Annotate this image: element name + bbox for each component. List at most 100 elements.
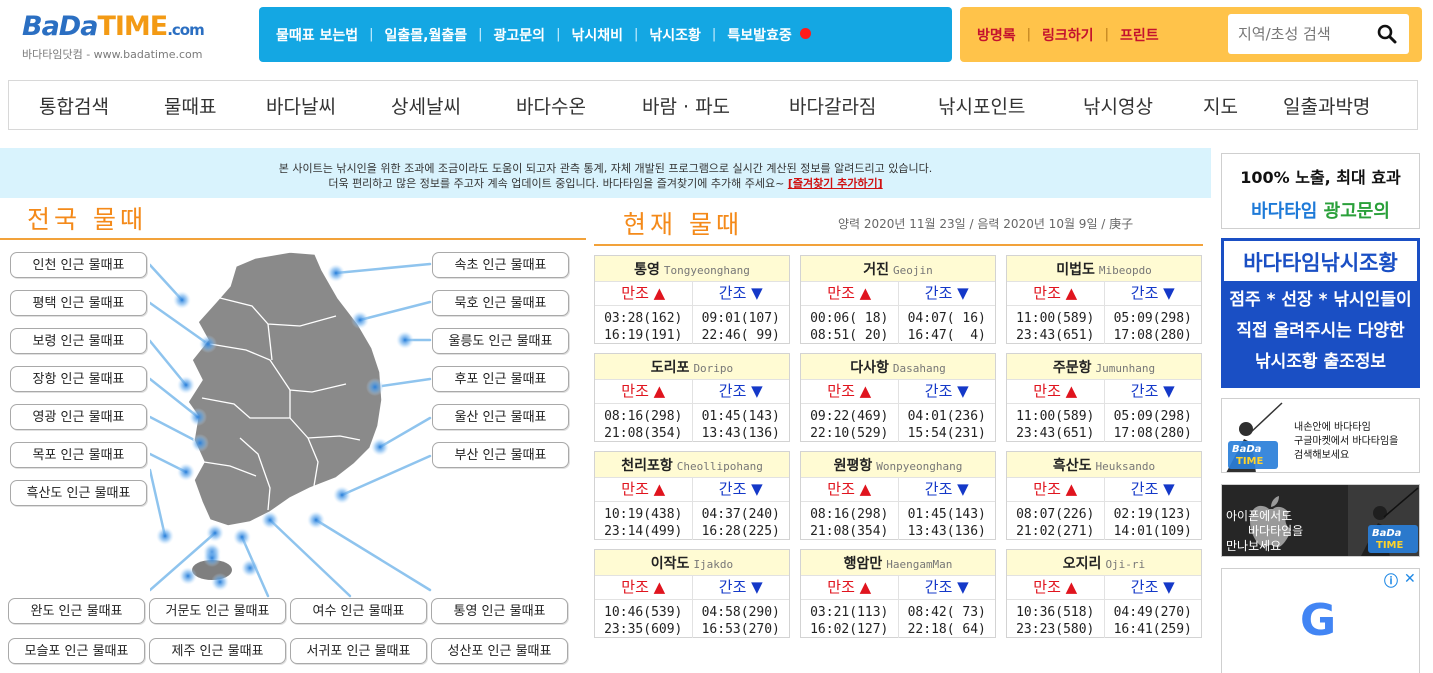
tide-card-jumunhang[interactable]: 주문항 Jumunhang 만조 ▲ 간조 ▼ 11:00(589) 23:43(6… bbox=[1006, 353, 1202, 442]
menu-integrated-search[interactable]: 통합검색 bbox=[39, 92, 109, 119]
map-btn-busan[interactable]: 부산 인근 물때표 bbox=[432, 442, 569, 468]
menu-sunrise-twilight[interactable]: 일출과박명 bbox=[1283, 92, 1370, 119]
ad3-line2: 구글마켓에서 바다타임을 bbox=[1294, 436, 1399, 447]
info-line-2-text: 더욱 편리하고 많은 정보를 주고자 계속 업데이트 중입니다. 바다타임을 즐… bbox=[328, 177, 785, 190]
high-tide-label: 만조 ▲ bbox=[801, 478, 899, 501]
nav-guestbook[interactable]: 방명록 bbox=[977, 25, 1016, 45]
map-section-title: 전국 물때 bbox=[27, 205, 147, 234]
map-btn-boryeong[interactable]: 보령 인근 물때표 bbox=[10, 328, 147, 354]
low-tide-label: 간조 ▼ bbox=[899, 478, 996, 501]
map-btn-tongyeong[interactable]: 통영 인근 물때표 bbox=[431, 598, 568, 624]
nav-fishing-gear[interactable]: 낚시채비 bbox=[571, 25, 623, 45]
tide-card-mibeopdo[interactable]: 미법도 Mibeopdo 만조 ▲ 간조 ▼ 11:00(589) 23:43(65… bbox=[1006, 255, 1202, 344]
low-tide-text: 간조 bbox=[924, 578, 953, 596]
menu-fishing-point[interactable]: 낚시포인트 bbox=[938, 92, 1025, 119]
tide-card-geojin[interactable]: 거진 Geojin 만조 ▲ 간조 ▼ 00:06( 18) 08:51( 20) 0… bbox=[800, 255, 996, 344]
nav-sunrise-moonrise[interactable]: 일출몰,월출몰 bbox=[385, 25, 468, 45]
tide-card-doripo[interactable]: 도리포 Doripo 만조 ▲ 간조 ▼ 08:16(298) 21:08(354)… bbox=[594, 353, 790, 442]
map-btn-geomundo[interactable]: 거문도 인근 물때표 bbox=[149, 598, 286, 624]
map-btn-heuksando[interactable]: 흑산도 인근 물때표 bbox=[10, 480, 147, 506]
tide-card-haengamman[interactable]: 행암만 HaengamMan 만조 ▲ 간조 ▼ 03:21(113) 16:02(… bbox=[800, 549, 996, 638]
tide-card-tongyeong[interactable]: 통영 Tongyeonghang 만조 ▲ 간조 ▼ 03:28(162) 16:1… bbox=[594, 255, 790, 344]
badge-bada-text: BaDa bbox=[1232, 444, 1262, 455]
station-name-en: Doripo bbox=[693, 362, 734, 375]
low-tide-text: 간조 bbox=[1130, 284, 1159, 302]
low-tide-times: 01:45(143) 13:43(136) bbox=[907, 507, 986, 539]
low-tide-text: 간조 bbox=[924, 480, 953, 498]
high-tide-text: 만조 bbox=[1033, 480, 1061, 498]
map-btn-mokpo[interactable]: 목포 인근 물때표 bbox=[10, 442, 147, 468]
low-tide-times: 05:09(298) 17:08(280) bbox=[1113, 409, 1192, 441]
map-btn-incheon[interactable]: 인천 인근 물때표 bbox=[10, 252, 147, 278]
menu-detail-weather[interactable]: 상세날씨 bbox=[391, 92, 461, 119]
map-btn-janghang[interactable]: 장항 인근 물때표 bbox=[10, 366, 147, 392]
nav-print[interactable]: 프린트 bbox=[1120, 25, 1159, 45]
menu-sea-parting[interactable]: 바다갈라짐 bbox=[789, 92, 876, 119]
map-btn-seogwipo[interactable]: 서귀포 인근 물때표 bbox=[290, 638, 427, 664]
map-btn-pyeongtaek[interactable]: 평택 인근 물때표 bbox=[10, 290, 147, 316]
high-tide-text: 만조 bbox=[827, 578, 855, 596]
google-ad-slot[interactable]: ⓘ ✕ G bbox=[1221, 568, 1420, 673]
high-tide-times: 08:16(298) 21:08(354) bbox=[595, 404, 693, 442]
map-btn-seongsanpo[interactable]: 성산포 인근 물때표 bbox=[431, 638, 568, 664]
adchoices-icon[interactable]: ⓘ bbox=[1384, 571, 1398, 591]
menu-sea-weather[interactable]: 바다날씨 bbox=[266, 92, 336, 119]
search-input[interactable] bbox=[1228, 15, 1365, 53]
station-name-en: Jumunhang bbox=[1095, 362, 1156, 375]
low-tide-label: 간조 ▼ bbox=[899, 576, 996, 599]
nav-weather-warning[interactable]: 특보발효중 bbox=[727, 25, 811, 45]
tide-card-wonpyeonghang[interactable]: 원평항 Wonpyeonghang 만조 ▲ 간조 ▼ 08:16(298) 21:… bbox=[800, 451, 996, 540]
map-btn-hupo[interactable]: 후포 인근 물때표 bbox=[432, 366, 569, 392]
menu-wind-wave[interactable]: 바람 · 파도 bbox=[642, 92, 730, 119]
tide-card-ijakdo[interactable]: 이작도 Ijakdo 만조 ▲ 간조 ▼ 10:46(539) 23:35(609)… bbox=[594, 549, 790, 638]
ad-inquiry-banner[interactable]: 100% 노출, 최대 효과 바다타임 광고문의 bbox=[1221, 153, 1420, 229]
map-btn-yeonggwang[interactable]: 영광 인근 물때표 bbox=[10, 404, 147, 430]
map-btn-moseulpo[interactable]: 모슬포 인근 물때표 bbox=[8, 638, 145, 664]
map-btn-wando[interactable]: 완도 인근 물때표 bbox=[8, 598, 145, 624]
down-arrow-icon: ▼ bbox=[751, 284, 763, 302]
menu-map[interactable]: 지도 bbox=[1203, 92, 1238, 119]
up-arrow-icon: ▲ bbox=[859, 284, 872, 302]
nav-tide-guide[interactable]: 물때표 보는법 bbox=[276, 25, 358, 45]
ad2-line1: 점주 * 선장 * 낚시인들이 bbox=[1229, 290, 1412, 310]
ad-google-play-banner[interactable]: BaDa TIME 내손안에 바다타임 구글마켓에서 바다타임을 검색해보세요 bbox=[1221, 398, 1420, 473]
ad-fishing-report-banner[interactable]: 바다타임낚시조황 점주 * 선장 * 낚시인들이 직접 올려주시는 다양한 낚시… bbox=[1221, 238, 1420, 388]
up-arrow-icon: ▲ bbox=[1065, 480, 1078, 498]
tide-card-heuksando[interactable]: 흑산도 Heuksando 만조 ▲ 간조 ▼ 08:07(226) 21:02(2… bbox=[1006, 451, 1202, 540]
up-arrow-icon: ▲ bbox=[1065, 382, 1078, 400]
down-arrow-icon: ▼ bbox=[957, 284, 969, 302]
ad4-line2: 바다타임을 bbox=[1248, 524, 1304, 538]
menu-tide-table[interactable]: 물때표 bbox=[164, 92, 216, 119]
search-button[interactable] bbox=[1365, 15, 1409, 53]
low-tide-label: 간조 ▼ bbox=[693, 576, 790, 599]
nav-fishing-report[interactable]: 낚시조황 bbox=[649, 25, 701, 45]
badge-time-text: TIME bbox=[1376, 540, 1404, 551]
map-btn-ulleungdo[interactable]: 울릉도 인근 물때표 bbox=[432, 328, 569, 354]
search-box bbox=[1228, 14, 1409, 54]
map-btn-sokcho[interactable]: 속초 인근 물때표 bbox=[432, 252, 569, 278]
station-name-en: HaengamMan bbox=[886, 558, 953, 571]
map-btn-yeosu[interactable]: 여수 인근 물때표 bbox=[290, 598, 427, 624]
ad-iphone-banner[interactable]: 아이폰에서도 바다타임을 만나보세요 BaDa TIME bbox=[1221, 484, 1420, 557]
high-tide-label: 만조 ▲ bbox=[801, 576, 899, 599]
low-tide-times: 04:07( 16) 16:47( 4) bbox=[907, 311, 986, 343]
current-title-divider bbox=[594, 244, 1203, 246]
site-logo[interactable]: BaDaTIME.com 바다타임닷컴 - www.badatime.com bbox=[22, 12, 242, 62]
tide-card-dasahang[interactable]: 다사항 Dasahang 만조 ▲ 간조 ▼ 09:22(469) 22:10(52… bbox=[800, 353, 996, 442]
station-name: 미법도 bbox=[1056, 262, 1095, 278]
close-icon[interactable]: ✕ bbox=[1404, 571, 1416, 587]
low-tide-text: 간조 bbox=[924, 284, 953, 302]
nav-ad-inquiry[interactable]: 광고문의 bbox=[494, 25, 546, 45]
tide-card-cheollipohang[interactable]: 천리포항 Cheollipohang 만조 ▲ 간조 ▼ 10:19(438) 23… bbox=[594, 451, 790, 540]
low-tide-times: 09:01(107) 22:46( 99) bbox=[701, 311, 780, 343]
menu-sea-temperature[interactable]: 바다수온 bbox=[516, 92, 586, 119]
tide-card-oji-ri[interactable]: 오지리 Oji-ri 만조 ▲ 간조 ▼ 10:36(518) 23:23(580)… bbox=[1006, 549, 1202, 638]
add-favorite-link[interactable]: [즐겨찾기 추가하기] bbox=[788, 177, 883, 190]
map-btn-mukho[interactable]: 묵호 인근 물때표 bbox=[432, 290, 569, 316]
menu-fishing-video[interactable]: 낚시영상 bbox=[1083, 92, 1153, 119]
google-g-icon: G bbox=[1300, 595, 1337, 646]
map-btn-jeju[interactable]: 제주 인근 물때표 bbox=[149, 638, 286, 664]
high-tide-times: 11:00(589) 23:43(651) bbox=[1007, 306, 1105, 344]
map-btn-ulsan[interactable]: 울산 인근 물때표 bbox=[432, 404, 569, 430]
nav-link[interactable]: 링크하기 bbox=[1042, 25, 1094, 45]
